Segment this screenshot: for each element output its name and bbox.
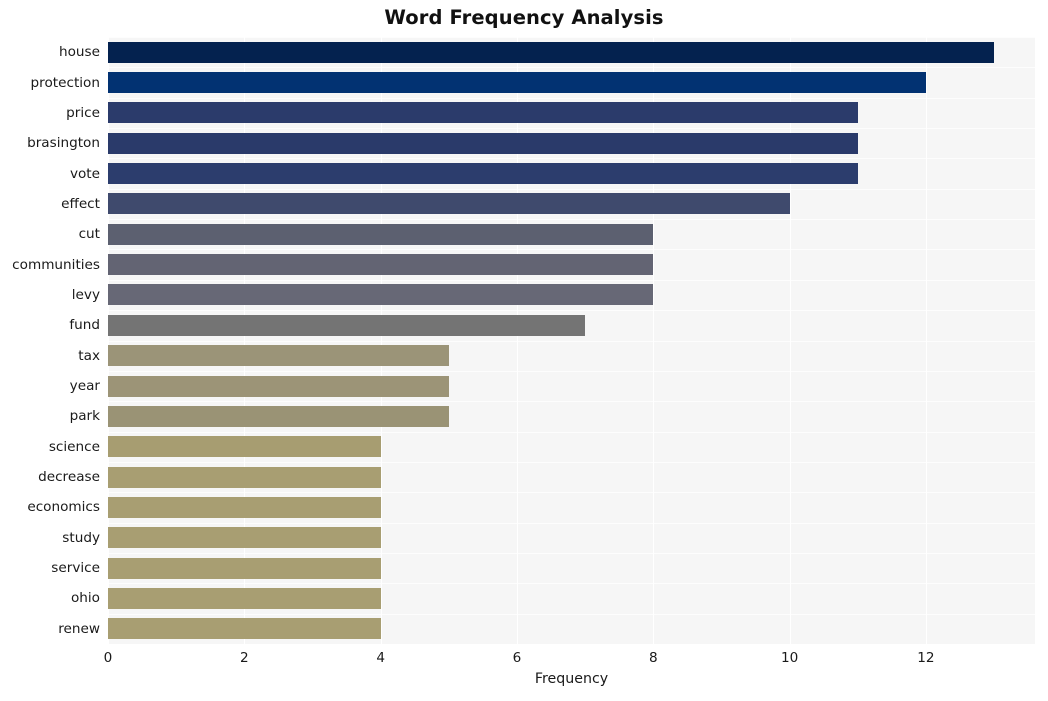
- bar-science: [108, 436, 381, 458]
- y-tick-label-house: house: [59, 44, 100, 61]
- bar-vote: [108, 163, 858, 185]
- gridline-horizontal: [108, 158, 1035, 160]
- gridline-horizontal: [108, 67, 1035, 69]
- bar-protection: [108, 72, 926, 94]
- x-tick-label-0: 0: [103, 650, 113, 666]
- y-tick-label-year: year: [69, 378, 100, 395]
- gridline-horizontal: [108, 128, 1035, 130]
- y-tick-label-brasington: brasington: [27, 135, 100, 152]
- gridline-vertical: [244, 37, 246, 644]
- gridline-horizontal: [108, 522, 1035, 524]
- gridline-vertical: [653, 37, 655, 644]
- bar-fund: [108, 314, 586, 336]
- gridline-vertical: [789, 37, 791, 644]
- gridline-horizontal: [108, 97, 1035, 99]
- y-tick-label-communities: communities: [12, 256, 100, 273]
- y-tick-label-effect: effect: [61, 195, 100, 212]
- gridline-horizontal: [108, 431, 1035, 433]
- page-title: Word Frequency Analysis: [384, 6, 664, 29]
- bar-effect: [108, 193, 790, 215]
- bar-renew: [108, 618, 381, 640]
- gridline-horizontal: [108, 279, 1035, 281]
- gridline-vertical: [108, 37, 110, 644]
- y-tick-label-tax: tax: [78, 347, 100, 364]
- y-tick-label-cut: cut: [78, 226, 100, 243]
- y-tick-label-decrease: decrease: [38, 469, 100, 486]
- bar-study: [108, 527, 381, 549]
- gridline-horizontal: [108, 613, 1035, 615]
- bar-year: [108, 375, 449, 397]
- gridline-horizontal: [108, 310, 1035, 312]
- gridline-horizontal: [108, 340, 1035, 342]
- y-tick-label-service: service: [51, 560, 100, 577]
- bar-house: [108, 41, 995, 63]
- gridline-horizontal: [108, 492, 1035, 494]
- y-tick-label-vote: vote: [69, 165, 100, 182]
- bar-tax: [108, 345, 449, 367]
- bar-decrease: [108, 466, 381, 488]
- x-tick-label-2: 2: [239, 650, 249, 666]
- y-tick-label-park: park: [69, 408, 100, 425]
- gridline-horizontal: [108, 552, 1035, 554]
- x-tick-label-6: 6: [512, 650, 522, 666]
- bar-levy: [108, 284, 654, 306]
- bar-economics: [108, 496, 381, 518]
- gridline-horizontal: [108, 583, 1035, 585]
- gridline-horizontal: [108, 461, 1035, 463]
- y-tick-label-protection: protection: [30, 74, 100, 91]
- gridline-horizontal: [108, 188, 1035, 190]
- x-tick-label-8: 8: [648, 650, 658, 666]
- plot-area: [108, 37, 1035, 644]
- y-tick-label-renew: renew: [58, 620, 100, 637]
- bar-service: [108, 557, 381, 579]
- gridline-horizontal: [108, 401, 1035, 403]
- word-frequency-chart: Word Frequency Analysis house protection p…: [0, 0, 1048, 701]
- gridline-vertical: [516, 37, 519, 644]
- bar-ohio: [108, 587, 381, 609]
- y-tick-label-price: price: [66, 104, 100, 121]
- gridline-vertical: [380, 37, 382, 644]
- x-tick-label-12: 12: [917, 650, 935, 666]
- bar-brasington: [108, 132, 858, 154]
- y-tick-label-science: science: [48, 438, 100, 455]
- gridline-horizontal: [108, 37, 1035, 38]
- y-tick-label-economics: economics: [27, 499, 100, 516]
- x-axis-title: Frequency: [534, 671, 609, 687]
- y-tick-label-ohio: ohio: [70, 590, 100, 607]
- bar-park: [108, 405, 449, 427]
- x-tick-label-4: 4: [376, 650, 385, 666]
- y-tick-label-levy: levy: [71, 286, 100, 303]
- gridline-horizontal: [108, 219, 1035, 221]
- y-axis: house protection price brasington vote effect…: [0, 37, 100, 644]
- y-tick-label-study: study: [62, 529, 100, 546]
- x-tick-label-10: 10: [780, 650, 799, 666]
- bar-price: [108, 102, 858, 124]
- gridline-horizontal: [108, 249, 1035, 251]
- y-tick-label-fund: fund: [69, 317, 100, 334]
- bar-communities: [108, 254, 654, 276]
- gridline-horizontal: [108, 370, 1035, 372]
- bar-cut: [108, 223, 654, 245]
- gridline-vertical: [925, 37, 928, 644]
